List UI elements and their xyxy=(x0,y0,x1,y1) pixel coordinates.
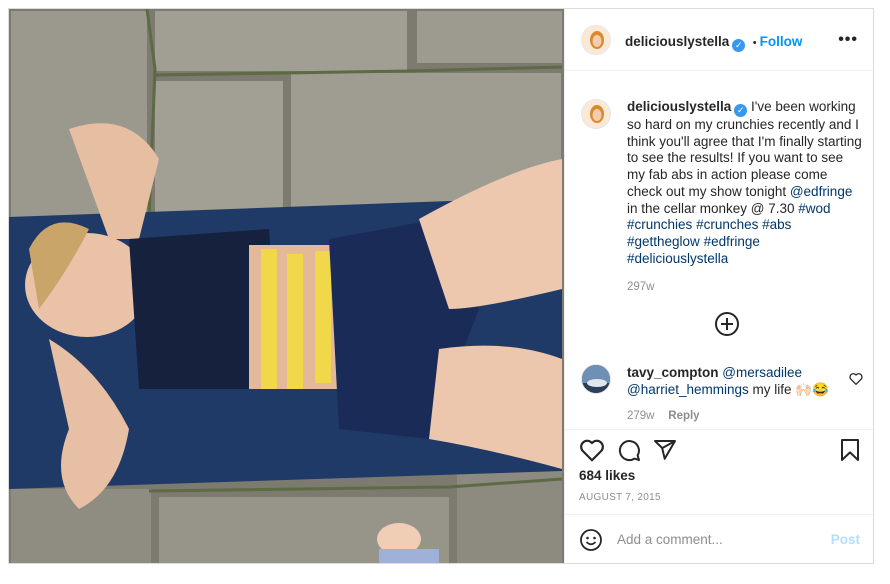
caption-avatar[interactable] xyxy=(581,99,611,129)
photo-illustration xyxy=(9,9,564,563)
verified-badge-icon: ✓ xyxy=(734,104,748,117)
comment-meta: 279w Reply xyxy=(627,406,847,425)
hashtag[interactable]: #wod xyxy=(798,201,830,216)
action-bar xyxy=(565,429,873,469)
comment-mention[interactable]: @mersadilee xyxy=(722,365,802,380)
hashtag[interactable]: #gettheglow xyxy=(627,234,700,249)
hashtag[interactable]: #abs xyxy=(762,217,791,232)
hashtag[interactable]: #crunchies xyxy=(627,217,692,232)
add-comment-bar: Add a comment... Post xyxy=(565,514,873,563)
bookmark-icon[interactable] xyxy=(839,438,861,462)
post-date: AUGUST 7, 2015 xyxy=(579,492,661,503)
header-user-line: deliciouslystella ✓ • Follow xyxy=(625,33,802,52)
heart-icon[interactable] xyxy=(579,438,605,462)
comment-age: 279w xyxy=(627,410,655,422)
hashtag[interactable]: #deliciouslystella xyxy=(627,251,728,266)
header-separator: • xyxy=(752,37,757,49)
caption-username[interactable]: deliciouslystella xyxy=(627,99,731,114)
emoji-icon[interactable] xyxy=(579,528,603,552)
add-comment-input[interactable]: Add a comment... xyxy=(617,532,723,547)
post-sidebar: deliciouslystella ✓ • Follow ••• delicious… xyxy=(564,9,873,563)
hashtag[interactable]: #crunches xyxy=(696,217,758,232)
plus-circle-icon[interactable] xyxy=(715,312,739,336)
follow-button[interactable]: Follow xyxy=(760,34,803,49)
post-photo[interactable] xyxy=(9,9,564,563)
hashtag[interactable]: #edfringe xyxy=(704,234,760,249)
avatar-illustration xyxy=(582,100,610,128)
author-username[interactable]: deliciouslystella xyxy=(625,34,729,49)
instagram-post: deliciouslystella ✓ • Follow ••• delicious… xyxy=(8,8,874,564)
post-header: deliciouslystella ✓ • Follow ••• xyxy=(565,9,873,71)
commenter-avatar[interactable] xyxy=(581,364,611,394)
verified-badge-icon: ✓ xyxy=(732,39,746,52)
comment-text: my life 🙌🏻😂 xyxy=(748,382,829,397)
comment-icon[interactable] xyxy=(617,438,641,462)
avatar-illustration xyxy=(582,365,610,393)
avatar-illustration xyxy=(582,26,610,54)
more-options-icon[interactable]: ••• xyxy=(838,31,858,49)
author-avatar[interactable] xyxy=(581,25,611,55)
comment-mention[interactable]: @harriet_hemmings xyxy=(627,382,749,397)
comment-like-heart-icon[interactable] xyxy=(849,372,863,385)
caption-mention[interactable]: @edfringe xyxy=(790,184,853,199)
caption-text-2: in the cellar monkey @ 7.30 xyxy=(627,200,799,216)
likes-count[interactable]: 684 likes xyxy=(579,468,635,483)
post-comment-button[interactable]: Post xyxy=(831,532,860,547)
share-icon[interactable] xyxy=(653,438,677,462)
comment-username[interactable]: tavy_compton xyxy=(627,365,719,380)
post-caption: deliciouslystella ✓ I've been working so … xyxy=(627,99,863,296)
reply-button[interactable]: Reply xyxy=(668,410,699,422)
caption-age: 297w xyxy=(627,281,655,294)
comment: tavy_compton @mersadilee @harriet_hemmin… xyxy=(627,364,847,425)
